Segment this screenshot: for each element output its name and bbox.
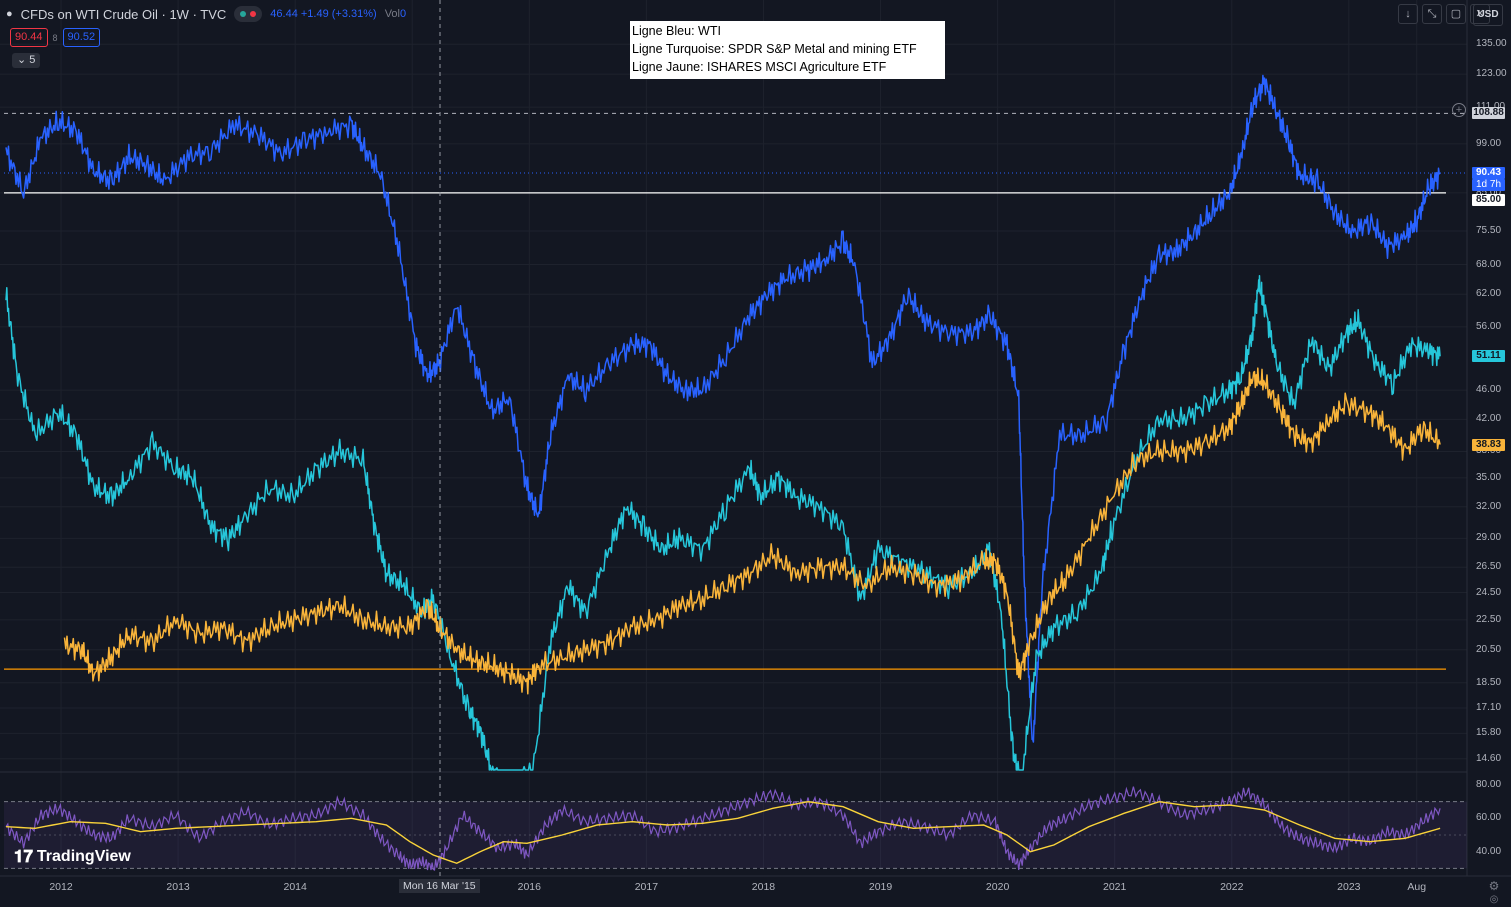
series-line-metal[interactable] [5,274,1441,771]
target-icon[interactable]: ◎ [1487,893,1501,907]
agri-last-price-tag: 38.83 [1472,438,1505,451]
y-tick-label: 42.00 [1476,413,1502,425]
rsi-pane [4,786,1467,871]
indicators-toggle-button[interactable]: ⌄ 5 [12,53,41,68]
x-tick-label: 2017 [634,881,659,893]
x-tick-label: 2021 [1102,881,1127,893]
chart-header: ● CFDs on WTI Crude Oil · 1W · TVC 46.44… [6,5,406,23]
rsi-tick-label: 40.00 [1476,845,1502,857]
annotation-line-metal: Ligne Turquoise: SPDR S&P Metal and mini… [632,42,917,56]
series-line-agri[interactable] [63,367,1441,695]
bar-countdown-tag: 1d 7h [1472,178,1505,191]
spread-value: 8 [52,32,58,43]
y-tick-label: 17.10 [1476,702,1502,714]
y-tick-label: 35.00 [1476,471,1502,483]
rsi-tick-label: 80.00 [1476,779,1502,790]
restore-icon[interactable]: ▢ [1446,4,1466,24]
status-pill[interactable] [234,6,263,22]
x-tick-label: 2023 [1337,881,1361,893]
x-tick-label: 2018 [751,881,776,893]
y-tick-label: 135.00 [1476,38,1507,50]
x-tick-label: 2012 [49,881,73,893]
market-open-icon [240,11,247,17]
metal-last-price-tag: 51.11 [1472,350,1505,363]
currency-button[interactable]: USD [1473,4,1503,26]
y-tick-label: 15.80 [1476,727,1502,739]
arrow-down-icon[interactable]: ↓ [1398,4,1418,24]
price-change: 46.44 +1.49 (+3.31%) [270,8,377,20]
y-tick-label: 20.50 [1476,643,1502,655]
bid-ask-row: 90.44 8 90.52 [10,28,101,47]
y-tick-label: 62.00 [1476,288,1502,300]
annotation-line-wti: Ligne Bleu: WTI [632,24,721,38]
volume-label: Vol0 [384,8,407,20]
line-price-tag: 108.88 [1472,107,1505,120]
y-tick-label: 32.00 [1476,500,1502,512]
x-tick-label: 2013 [166,881,190,893]
y-tick-label: 26.50 [1476,561,1502,573]
x-tick-label: 2014 [283,881,307,893]
y-tick-label: 56.00 [1476,320,1502,332]
x-tick-label: 2022 [1220,881,1244,893]
sell-price-button[interactable]: 90.44 [10,28,48,47]
y-tick-label: 99.00 [1476,137,1502,149]
tv-logo-icon: 𝟏𝟕 [14,847,33,866]
x-tick-label: Aug [1407,881,1427,893]
y-tick-label: 24.50 [1476,586,1502,598]
price-series-group [5,74,1441,771]
tradingview-logo: 𝟏𝟕 TradingView [14,847,131,867]
x-tick-label: 2016 [517,881,541,893]
crosshair-date-label: Mon 16 Mar '15 [399,879,480,893]
indicator-count: 5 [29,54,36,66]
rsi-tick-label: 60.00 [1476,812,1502,824]
y-tick-label: 18.50 [1476,676,1502,688]
symbol-title[interactable]: CFDs on WTI Crude Oil · 1W · TVC [21,7,227,22]
y-tick-label: 75.50 [1476,224,1502,236]
x-tick-label: 2020 [985,881,1010,893]
buy-price-button[interactable]: 90.52 [62,28,101,47]
chevron-down-icon: ⌄ [17,54,27,66]
wti-last-price-tag: 90.43 [1472,166,1505,179]
chart-canvas[interactable] [0,0,1511,904]
y-tick-label: 123.00 [1476,68,1507,80]
y-tick-label: 29.00 [1476,532,1502,544]
watermark-text: TradingView [36,848,131,865]
x-tick-label: 2019 [868,881,893,893]
collapse-icon[interactable]: ⤡ [1422,4,1442,24]
y-tick-label: 22.50 [1476,613,1502,625]
annotation-box[interactable]: Ligne Bleu: WTI Ligne Turquoise: SPDR S&… [630,21,945,79]
data-delay-icon [250,11,257,17]
y-tick-label: 46.00 [1476,384,1502,396]
add-alert-icon[interactable]: + [1452,103,1466,117]
line-price-tag: 85.00 [1472,193,1505,206]
settings-icon[interactable]: ⚙ [1487,879,1501,893]
drop-icon: ● [6,8,13,20]
series-line-wti[interactable] [5,74,1441,743]
y-tick-label: 14.60 [1476,752,1502,764]
annotation-line-agri: Ligne Jaune: ISHARES MSCI Agriculture ET… [632,60,887,74]
y-tick-label: 68.00 [1476,258,1502,270]
